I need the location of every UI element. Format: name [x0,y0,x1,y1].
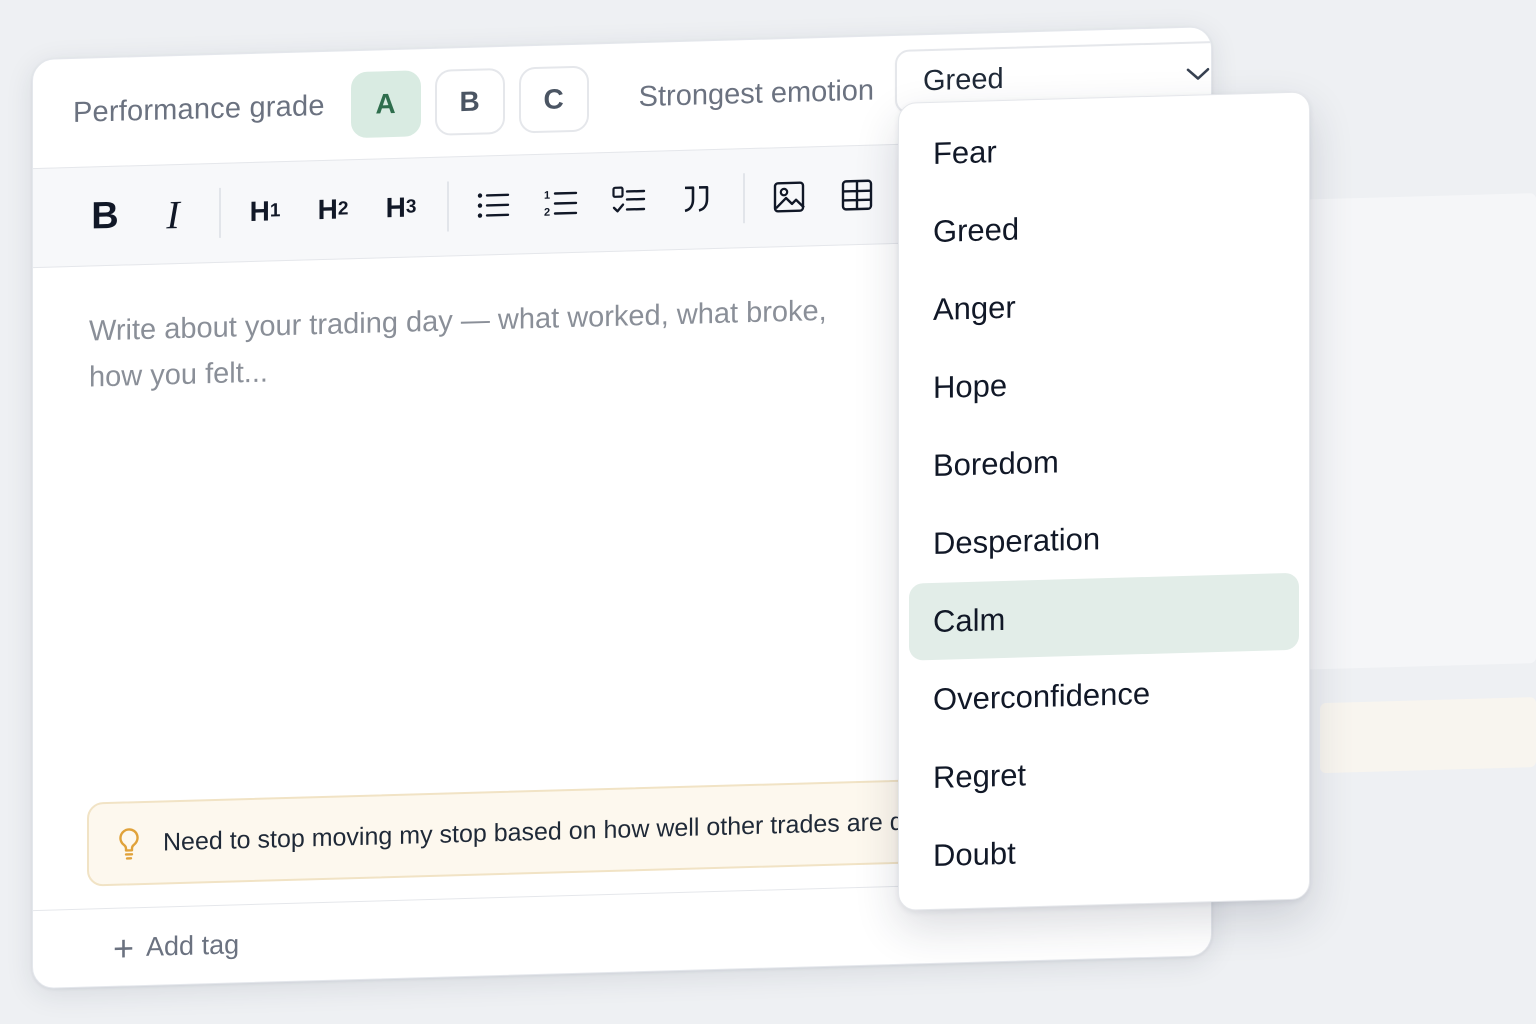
lightbulb-icon [117,826,141,861]
chevron-down-icon [1185,57,1211,91]
emotion-option-doubt[interactable]: Doubt [909,807,1299,895]
background-panel [1320,697,1536,774]
emotion-option-overconfidence[interactable]: Overconfidence [909,651,1299,739]
journal-editor[interactable]: Write about your trading day — what work… [89,287,849,400]
scene: Performance grade A B C Strongest emotio… [0,0,1536,1024]
background-panel [1300,193,1536,670]
heading-3-button[interactable]: H3 [373,179,429,237]
plus-icon[interactable]: + [113,927,134,970]
grade-a-button[interactable]: A [350,70,421,139]
italic-button[interactable]: I [145,185,201,243]
svg-text:2: 2 [544,207,550,219]
emotion-option-anger[interactable]: Anger [909,261,1299,349]
grade-c-button[interactable]: C [518,65,589,134]
svg-text:1: 1 [544,190,550,202]
emotion-option-fear[interactable]: Fear [909,105,1299,193]
image-icon[interactable] [761,168,817,226]
strongest-emotion-label: Strongest emotion [638,74,875,113]
emotion-option-boredom[interactable]: Boredom [909,417,1299,505]
bullet-list-icon[interactable] [465,176,521,234]
toolbar-divider [219,187,221,238]
emotion-select-value: Greed [923,62,1004,97]
checklist-icon[interactable] [601,173,657,231]
emotion-option-desperation[interactable]: Desperation [909,495,1299,583]
emotion-option-calm[interactable]: Calm [909,572,1299,661]
emotion-option-regret[interactable]: Regret [909,729,1299,817]
heading-2-button[interactable]: H2 [305,181,361,239]
grade-options: A B C [337,65,589,139]
performance-grade-label: Performance grade [73,89,325,129]
toolbar-divider [743,173,745,224]
toolbar-divider [447,181,449,232]
emotion-dropdown-menu: Fear Greed Anger Hope Boredom Desperatio… [898,91,1310,911]
bold-button[interactable]: B [77,187,133,245]
grade-b-button[interactable]: B [434,67,505,136]
add-tag-button[interactable]: Add tag [146,929,239,963]
emotion-option-hope[interactable]: Hope [909,339,1299,427]
insight-text: Need to stop moving my stop based on how… [163,805,958,856]
quote-icon[interactable] [669,171,725,229]
emotion-option-greed[interactable]: Greed [909,183,1299,271]
table-icon[interactable] [829,166,885,224]
heading-1-button[interactable]: H1 [237,183,293,241]
numbered-list-icon[interactable]: 12 [533,175,589,233]
